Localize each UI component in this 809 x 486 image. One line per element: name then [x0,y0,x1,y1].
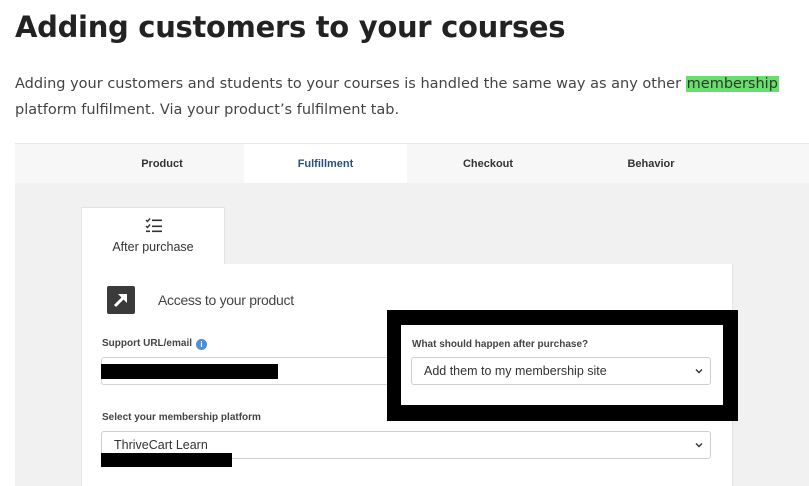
sub-tab-after-purchase[interactable]: After purchase [81,207,225,267]
tab-checkout[interactable]: Checkout [423,144,553,184]
platform-label: Select your membership platform [102,412,261,423]
highlighted-keyword: membership [685,76,779,92]
intro-text-end: platform fulfilment. Via your product’s … [15,102,400,118]
tab-fulfillment[interactable]: Fulfillment [244,144,407,184]
tab-product[interactable]: Product [97,144,227,184]
chevron-down-icon [695,443,703,448]
sub-tab-label: After purchase [112,240,194,254]
support-url-label-text: Support URL/email [102,338,193,349]
intro-text-start: Adding your customers and students to yo… [15,76,686,92]
chevron-down-icon [695,369,703,374]
tab-behavior[interactable]: Behavior [586,144,716,184]
info-icon[interactable]: i [196,339,208,350]
checklist-icon [145,218,162,233]
after-purchase-box: What should happen after purchase? Add t… [401,325,723,405]
after-purchase-selected-value: Add them to my membership site [424,364,607,378]
platform-selected-value: ThriveCart Learn [114,438,208,452]
section-title: Access to your product [158,292,294,308]
redaction-bar [101,453,232,467]
intro-paragraph: Adding your customers and students to yo… [15,71,795,123]
page-title: Adding customers to your courses [15,10,566,44]
support-url-label: Support URL/email i [102,338,208,350]
product-tab-bar: Product Fulfillment Checkout Behavior [15,143,809,184]
after-purchase-label: What should happen after purchase? [412,339,589,350]
redaction-bar [101,364,278,379]
after-purchase-select[interactable]: Add them to my membership site [411,357,711,385]
external-link-icon [107,286,135,314]
